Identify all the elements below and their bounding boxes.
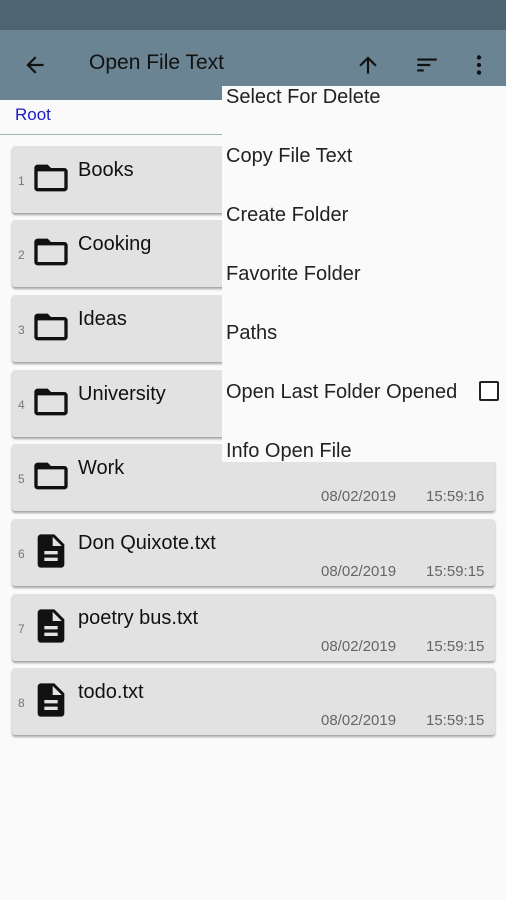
- item-name: todo.txt: [78, 681, 144, 703]
- menu-item-favorite-folder[interactable]: Favorite Folder: [226, 263, 361, 286]
- item-number: 2: [18, 248, 25, 262]
- item-number: 5: [18, 472, 25, 486]
- list-item[interactable]: 6 Don Quixote.txt 08/02/2019 15:59:15: [12, 519, 495, 586]
- sort-icon: [417, 58, 437, 72]
- folder-icon: [34, 238, 68, 266]
- item-name: Cooking: [78, 233, 152, 255]
- menu-item-info-open-file[interactable]: Info Open File: [226, 440, 352, 463]
- item-number: 6: [18, 547, 25, 561]
- text-file-icon: [37, 534, 65, 568]
- menu-item-copy-file-text[interactable]: Copy File Text: [226, 145, 352, 168]
- item-time: 15:59:15: [426, 712, 485, 729]
- item-date: 08/02/2019: [321, 712, 397, 729]
- arrow-up-icon: [359, 56, 377, 74]
- back-arrow-icon: [26, 56, 44, 74]
- open-last-folder-checkbox[interactable]: [479, 381, 499, 401]
- status-bar: [0, 0, 506, 30]
- item-number: 3: [18, 323, 25, 337]
- menu-item-select-for-delete[interactable]: Select For Delete: [226, 86, 381, 109]
- item-number: 1: [18, 174, 25, 188]
- text-file-icon: [37, 683, 65, 717]
- menu-item-paths[interactable]: Paths: [226, 322, 277, 345]
- breadcrumb-divider: [0, 134, 225, 135]
- item-name: University: [78, 383, 166, 405]
- folder-icon: [34, 388, 68, 416]
- item-name: Don Quixote.txt: [78, 532, 216, 554]
- folder-icon: [34, 462, 68, 490]
- item-date: 08/02/2019: [321, 563, 397, 580]
- breadcrumb-root[interactable]: Root: [15, 105, 51, 125]
- list-item[interactable]: 7 poetry bus.txt 08/02/2019 15:59:15: [12, 594, 495, 661]
- item-time: 15:59:15: [426, 563, 485, 580]
- list-item[interactable]: 8 todo.txt 08/02/2019 15:59:15: [12, 668, 495, 735]
- item-date: 08/02/2019: [321, 638, 397, 655]
- overflow-menu-icon: [476, 55, 482, 75]
- item-name: Ideas: [78, 308, 127, 330]
- menu-item-create-folder[interactable]: Create Folder: [226, 204, 348, 227]
- item-name: Work: [78, 457, 125, 479]
- overflow-popup-menu: Select For Delete Copy File Text Create …: [222, 86, 506, 462]
- item-name: poetry bus.txt: [78, 607, 199, 629]
- item-name: Books: [78, 159, 134, 181]
- item-time: 15:59:15: [426, 638, 485, 655]
- item-number: 4: [18, 398, 25, 412]
- text-file-icon: [37, 609, 65, 643]
- item-number: 8: [18, 696, 25, 710]
- item-date: 08/02/2019: [321, 488, 397, 505]
- folder-icon: [34, 313, 68, 341]
- item-time: 15:59:16: [426, 488, 485, 505]
- back-button[interactable]: [13, 30, 57, 100]
- menu-item-open-last-folder-opened[interactable]: Open Last Folder Opened: [226, 381, 457, 404]
- folder-icon: [34, 164, 68, 192]
- item-number: 7: [18, 622, 25, 636]
- page-title: Open File Text: [89, 51, 225, 74]
